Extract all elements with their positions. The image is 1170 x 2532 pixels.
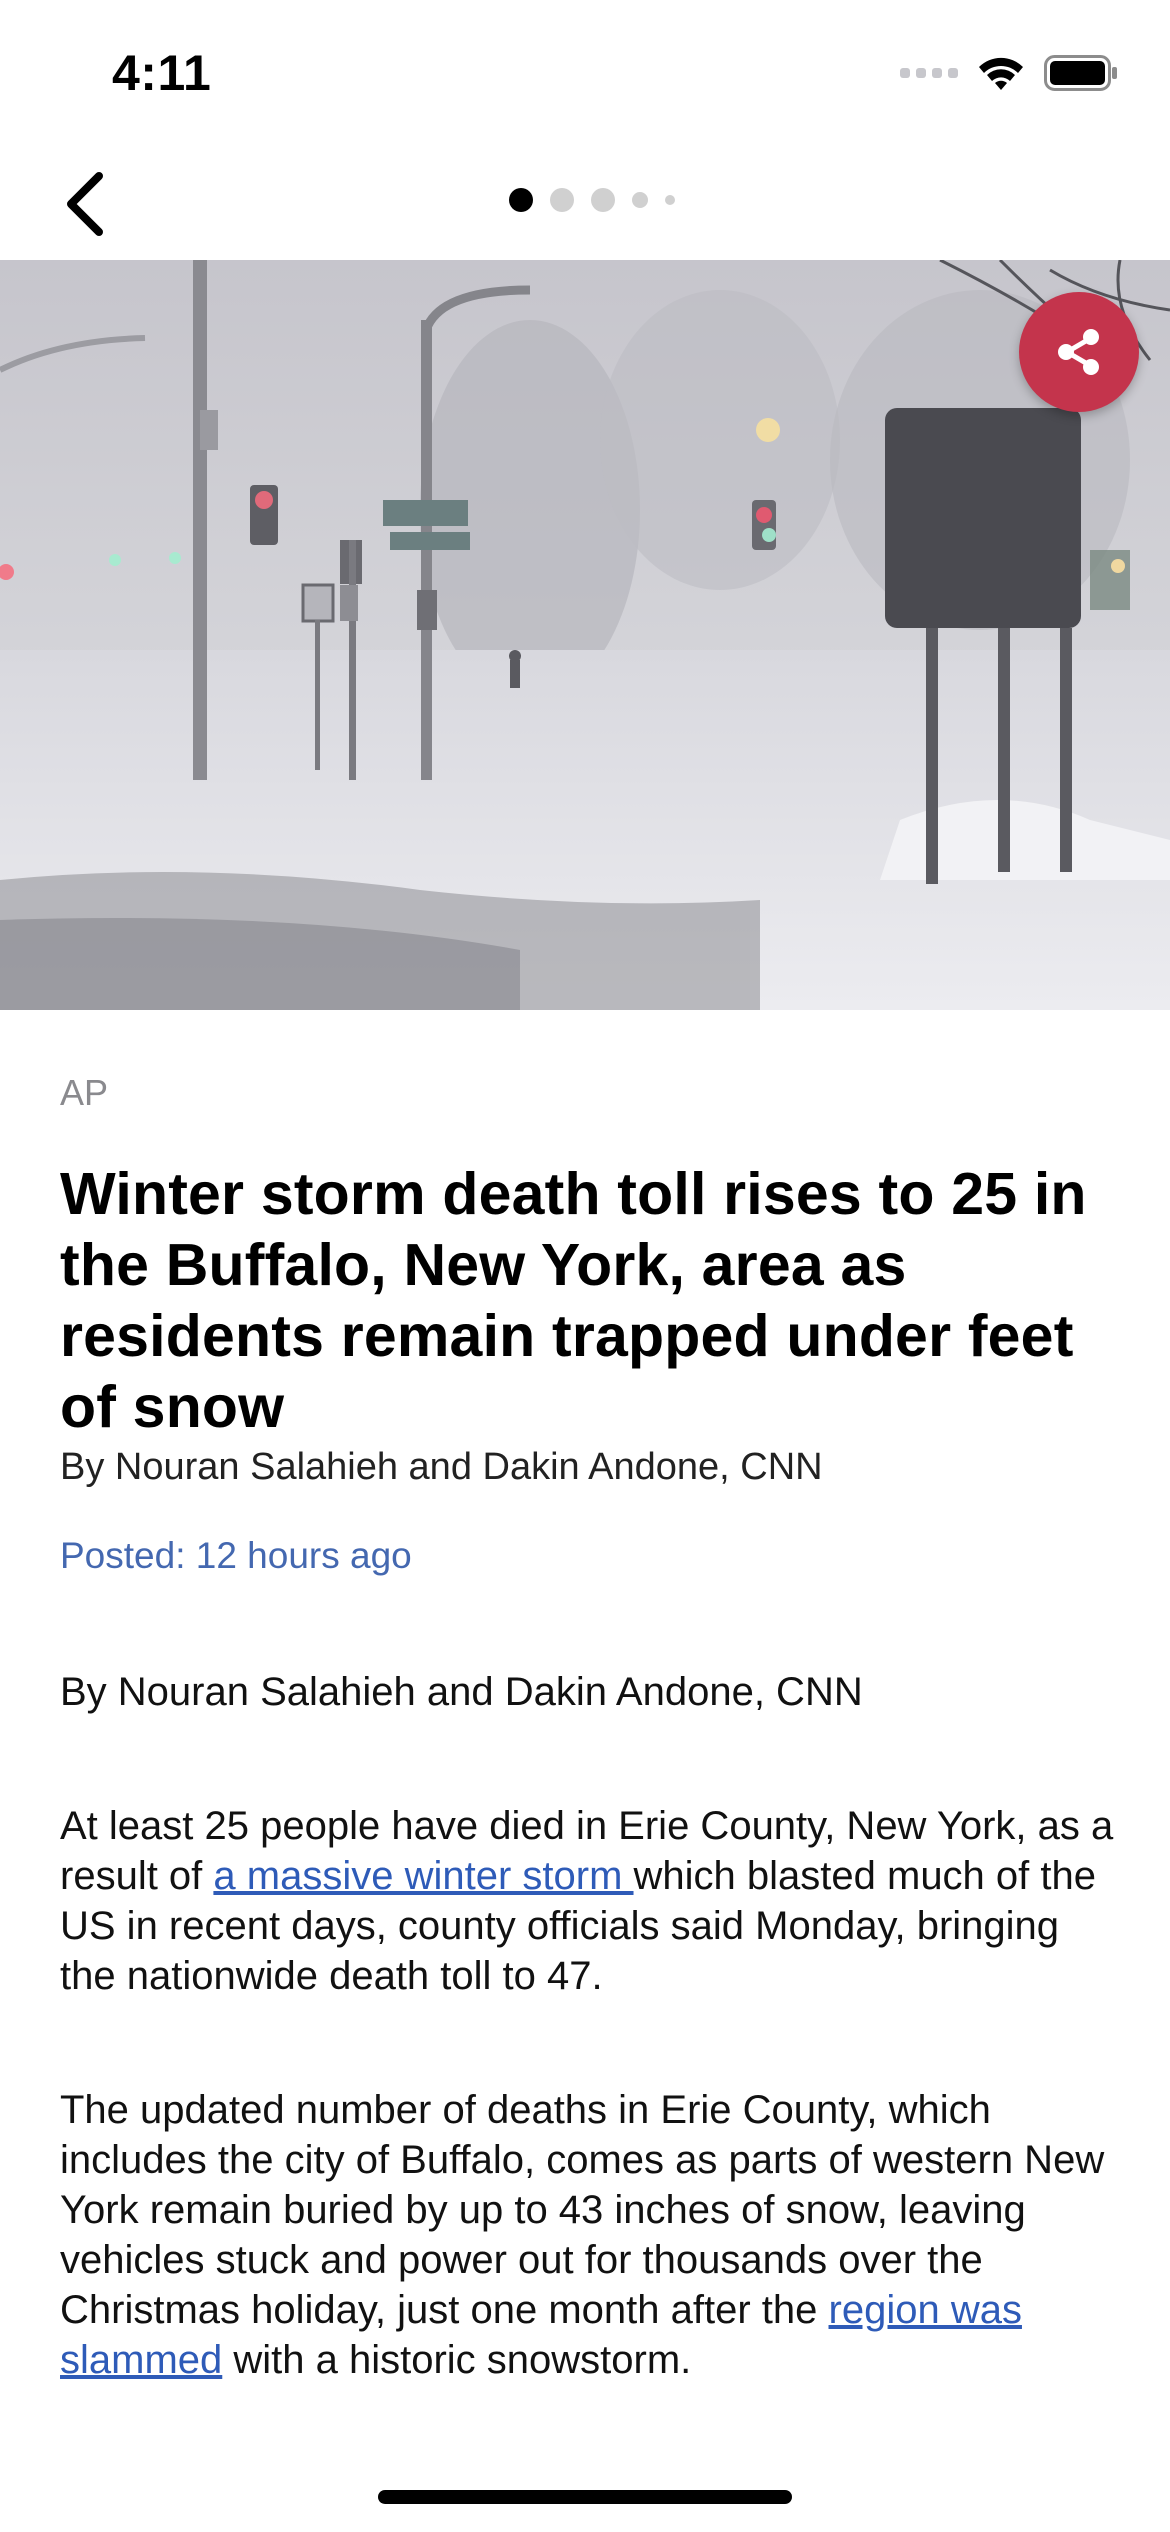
article-headline: Winter storm death toll rises to 25 in t… xyxy=(60,1161,1087,1440)
body-byline: By Nouran Salahieh and Dakin Andone, CNN xyxy=(60,1670,863,1714)
page-dot[interactable] xyxy=(509,188,533,212)
article-content: AP Winter storm death toll rises to 25 i… xyxy=(60,1010,1120,2385)
winter-storm-link[interactable]: a massive winter storm xyxy=(213,1854,633,1898)
wifi-icon xyxy=(979,57,1023,90)
article-hero-image xyxy=(0,260,1170,1010)
article-byline: By Nouran Salahieh and Dakin Andone, CNN xyxy=(60,1446,823,1488)
share-icon xyxy=(1058,329,1099,375)
battery-icon xyxy=(1044,55,1117,91)
share-button[interactable] xyxy=(1019,292,1139,412)
body-paragraph: At least 25 people have died in Erie Cou… xyxy=(60,1801,1120,2001)
cellular-signal-icon xyxy=(900,68,958,78)
page-dot[interactable] xyxy=(591,188,615,212)
status-icons xyxy=(900,54,1118,92)
body-paragraph: The updated number of deaths in Erie Cou… xyxy=(60,2085,1120,2385)
page-dot[interactable] xyxy=(550,188,574,212)
status-time: 4:11 xyxy=(112,45,212,101)
page-dot[interactable] xyxy=(632,192,648,208)
paragraph-text: with a historic snowstorm. xyxy=(222,2338,692,2382)
article-source: AP xyxy=(60,1072,109,1113)
page-indicator xyxy=(0,188,1170,212)
home-indicator[interactable] xyxy=(378,2490,792,2504)
status-bar: 4:11 xyxy=(0,0,1170,140)
nav-bar xyxy=(0,140,1170,260)
article-screen: 4:11 AP Winter storm death toll rises to… xyxy=(0,0,1170,2532)
page-dot[interactable] xyxy=(665,195,675,205)
posted-time: Posted: 12 hours ago xyxy=(60,1535,412,1576)
